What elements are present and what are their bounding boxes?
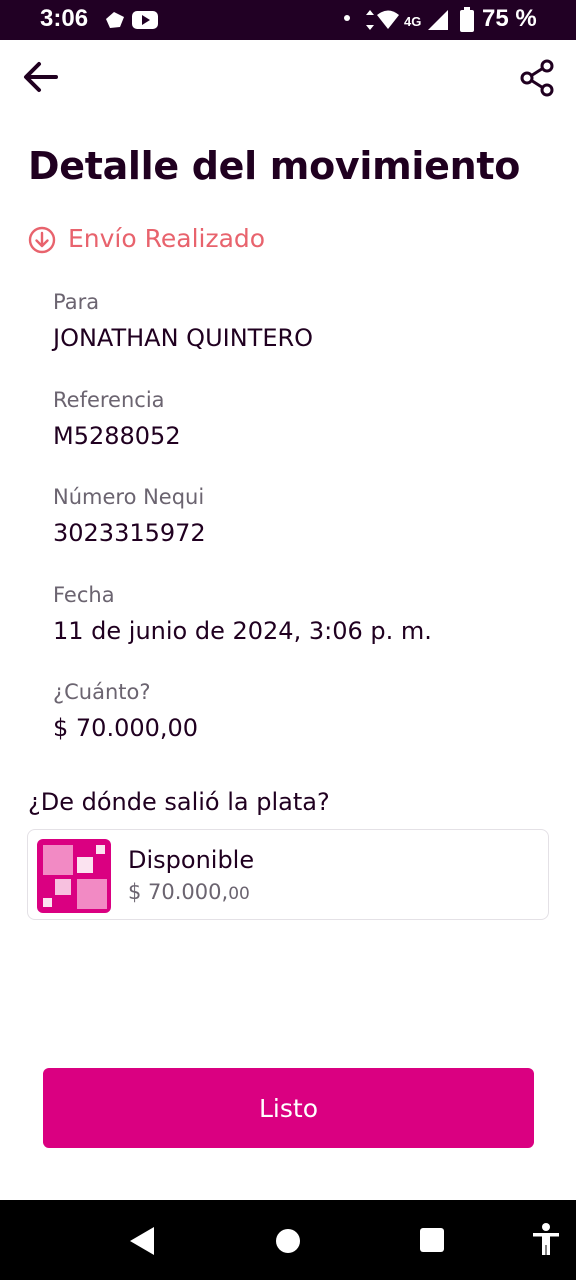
detail-label: Para (53, 290, 100, 314)
source-name: Disponible (128, 846, 255, 874)
detail-date: Fecha 11 de junio de 2024, 3:06 p. m. (53, 583, 432, 645)
status-time: 3:06 (40, 5, 89, 32)
detail-value: M5288052 (53, 422, 181, 450)
source-amount-main: $ 70.000, (128, 880, 229, 904)
detail-reference: Referencia M5288052 (53, 388, 181, 450)
back-button[interactable] (20, 56, 62, 98)
disponible-logo-icon (37, 839, 111, 913)
detail-value: $ 70.000,00 (53, 714, 199, 742)
notification-app-icon (106, 12, 124, 28)
youtube-icon (132, 11, 158, 29)
detail-value: 11 de junio de 2024, 3:06 p. m. (53, 617, 432, 645)
notification-icons (106, 11, 158, 29)
source-question: ¿De dónde salió la plata? (28, 788, 330, 816)
detail-value: JONATHAN QUINTERO (53, 324, 314, 352)
dot-icon (344, 15, 350, 21)
source-amount-cents: 00 (228, 884, 250, 904)
done-button[interactable]: Listo (43, 1068, 534, 1148)
nav-recents-icon[interactable] (419, 1227, 445, 1253)
status-label: Envío Realizado (68, 224, 266, 253)
nav-home-icon[interactable] (274, 1227, 302, 1255)
page-title: Detalle del movimiento (28, 144, 521, 188)
arrow-down-circle-icon (28, 226, 56, 254)
detail-amount: ¿Cuánto? $ 70.000,00 (53, 680, 198, 742)
detail-label: Fecha (53, 583, 115, 607)
connectivity-icons: 4G (366, 10, 448, 30)
battery-icon (460, 7, 474, 32)
detail-value: 3023315972 (53, 519, 206, 547)
detail-label: Referencia (53, 388, 165, 412)
source-account-card[interactable]: Disponible $ 70.000,00 (27, 829, 549, 920)
detail-label: Número Nequi (53, 485, 205, 509)
share-button[interactable] (518, 58, 558, 98)
nav-back-icon[interactable] (128, 1226, 156, 1256)
data-arrows-icon (366, 10, 374, 30)
detail-recipient: Para JONATHAN QUINTERO (53, 290, 313, 352)
accessibility-icon[interactable] (531, 1223, 561, 1257)
wifi-icon (377, 10, 399, 29)
signal-icon (428, 10, 448, 30)
share-icon (520, 59, 554, 97)
arrow-left-icon (24, 62, 58, 92)
source-amount: $ 70.000,00 (128, 880, 250, 904)
detail-nequi-number: Número Nequi 3023315972 (53, 485, 206, 547)
system-navigation-bar (0, 1200, 576, 1280)
status-bar: 3:06 4G 75 % (0, 0, 576, 40)
detail-label: ¿Cuánto? (53, 680, 151, 704)
battery-percent: 75 % (482, 5, 537, 32)
network-type: 4G (404, 14, 421, 29)
